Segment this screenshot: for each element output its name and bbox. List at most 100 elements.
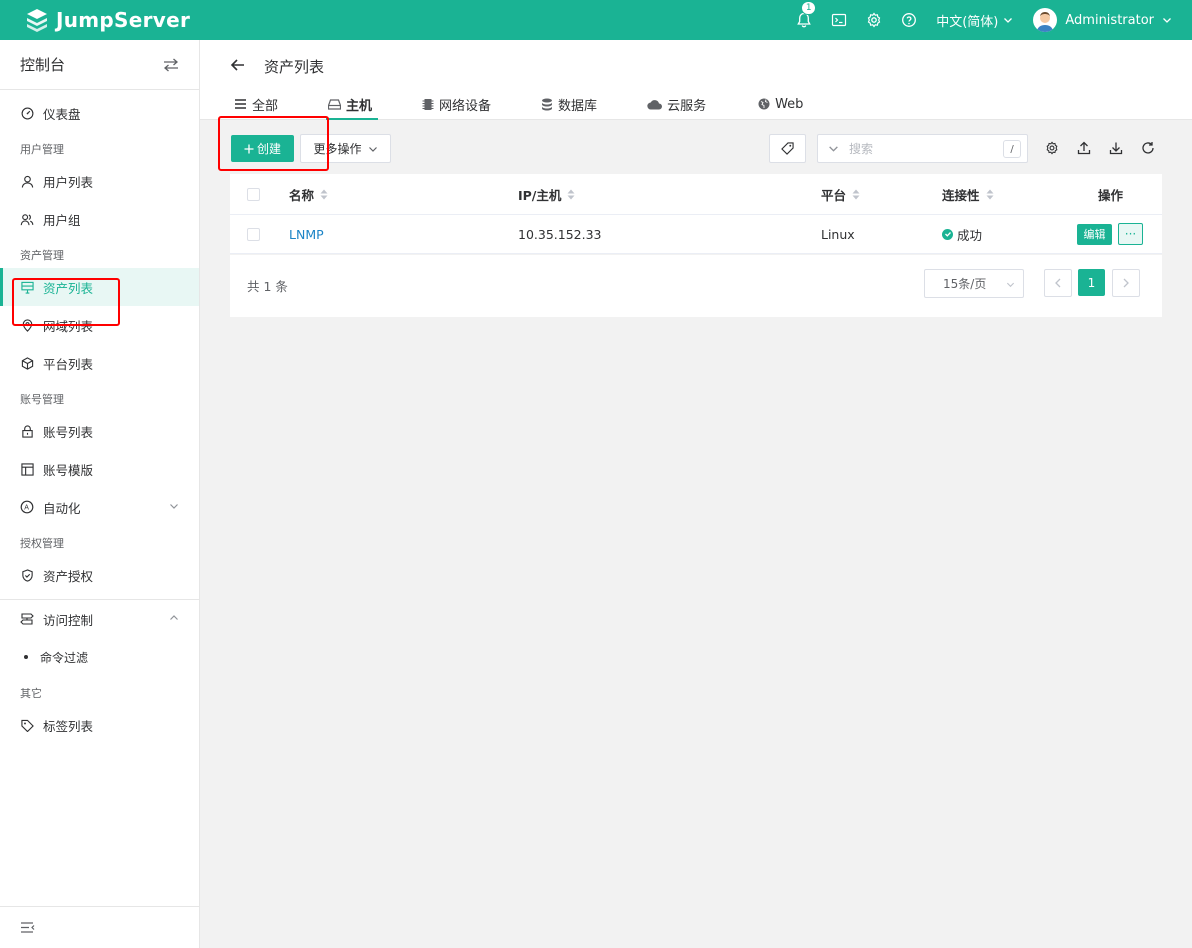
settings-icon[interactable]	[1044, 140, 1060, 156]
sidebar-subitem-command-filter[interactable]: 命令过滤	[0, 638, 199, 676]
sidebar-item-platform-list[interactable]: 平台列表	[0, 344, 199, 382]
help-icon[interactable]	[900, 11, 918, 29]
chevron-up-icon	[170, 615, 178, 620]
sidebar-item-access-control[interactable]: 访问控制	[0, 600, 199, 638]
select-all-checkbox[interactable]	[247, 187, 260, 201]
top-navbar: JumpServer 1 中文(简体) Administrator	[0, 0, 1192, 40]
tab-network-device[interactable]: 网络设备	[422, 88, 491, 120]
tab-all[interactable]: 全部	[234, 88, 278, 120]
avatar	[1033, 8, 1058, 32]
table-row: LNMP 10.35.152.33 Linux 成功 编辑 ···	[230, 215, 1162, 254]
logo[interactable]: JumpServer	[24, 7, 190, 33]
select-all-cell	[247, 174, 260, 214]
total-count: 共 1 条	[247, 279, 288, 294]
tab-cloud[interactable]: 云服务	[647, 88, 706, 120]
search-box[interactable]: /	[817, 134, 1028, 163]
sidebar-item-label: 访问控制	[43, 612, 94, 628]
create-button-label: 创建	[256, 142, 281, 156]
sidebar-item-asset-list[interactable]: 资产列表	[0, 268, 199, 306]
chevron-right-icon	[1123, 278, 1129, 288]
check-circle-icon	[942, 228, 953, 240]
search-input[interactable]	[849, 141, 989, 156]
bullet-icon	[24, 655, 28, 659]
page-button-current[interactable]: 1	[1078, 269, 1105, 296]
sidebar-item-account-template[interactable]: 账号模版	[0, 450, 199, 488]
sidebar-item-user-list[interactable]: 用户列表	[0, 162, 199, 200]
sort-icon[interactable]	[986, 189, 994, 200]
sidebar-item-domain-list[interactable]: 网域列表	[0, 306, 199, 344]
tab-label: 数据库	[558, 98, 598, 114]
sidebar-item-account-list[interactable]: 账号列表	[0, 412, 199, 450]
page-size-select[interactable]: 15条/页	[924, 269, 1024, 298]
sidebar-title: 控制台	[20, 56, 66, 74]
tab-web[interactable]: Web	[758, 88, 803, 120]
notification-badge: 1	[801, 1, 817, 15]
sort-icon[interactable]	[567, 189, 575, 200]
chevron-down-icon	[170, 504, 178, 509]
switch-view-icon[interactable]	[163, 58, 179, 72]
prev-page-button[interactable]	[1044, 269, 1072, 297]
create-button[interactable]: 创建	[231, 135, 294, 162]
language-select[interactable]: 中文(简体)	[936, 11, 1013, 30]
chevron-left-icon	[1055, 278, 1061, 288]
download-icon[interactable]	[1108, 140, 1124, 156]
column-connectivity[interactable]: 连接性	[942, 174, 994, 214]
table-toolbar: 创建 更多操作 /	[230, 134, 1162, 164]
bell-icon[interactable]: 1	[795, 1, 817, 29]
upload-icon[interactable]	[1076, 140, 1092, 156]
column-ip[interactable]: IP/主机	[518, 174, 575, 214]
chevron-down-icon	[1163, 18, 1171, 23]
tab-database[interactable]: 数据库	[541, 88, 597, 120]
more-actions-button[interactable]: 更多操作	[300, 134, 391, 163]
asset-type-tabs: 全部 主机 网络设备 数据库 云服务 Web	[234, 88, 803, 120]
back-arrow-icon[interactable]	[230, 57, 246, 73]
column-header-label: 连接性	[942, 187, 980, 203]
cell-connectivity: 成功	[942, 215, 982, 253]
settings-icon[interactable]	[865, 11, 883, 29]
cell-ip: 10.35.152.33	[518, 226, 602, 242]
terminal-icon[interactable]	[830, 11, 848, 29]
sort-icon[interactable]	[852, 189, 860, 200]
row-checkbox[interactable]	[247, 227, 260, 241]
edit-button[interactable]: 编辑	[1077, 223, 1112, 245]
column-actions: 操作	[1098, 174, 1123, 214]
next-page-button[interactable]	[1112, 269, 1140, 297]
chip-icon	[422, 98, 434, 111]
tag-icon	[781, 142, 794, 155]
user-menu[interactable]: Administrator	[1033, 8, 1172, 32]
sidebar-group-accounts: 账号管理	[20, 393, 64, 406]
column-header-label: 名称	[289, 187, 315, 203]
sidebar-item-label-list[interactable]: 标签列表	[0, 706, 199, 744]
sort-icon[interactable]	[320, 189, 328, 200]
sidebar-item-label: 账号模版	[43, 462, 94, 478]
collapse-menu-icon[interactable]	[20, 921, 35, 934]
cell-name: LNMP	[289, 215, 324, 253]
plus-icon	[244, 144, 254, 153]
template-icon	[20, 462, 34, 476]
location-icon	[20, 318, 34, 332]
page-size-label: 15条/页	[943, 277, 987, 291]
asset-name-link[interactable]: LNMP	[289, 227, 324, 242]
chevron-down-icon	[368, 146, 377, 152]
cloud-icon	[647, 99, 663, 110]
tab-host[interactable]: 主机	[326, 88, 379, 120]
page-header: 资产列表 全部 主机 网络设备 数据库 云服务 Web	[200, 40, 1192, 120]
sidebar-item-user-group[interactable]: 用户组	[0, 200, 199, 238]
search-shortcut-hint: /	[1003, 140, 1021, 158]
user-name: Administrator	[1065, 12, 1154, 28]
sidebar-item-automation[interactable]: A 自动化	[0, 488, 199, 526]
label-filter-button[interactable]	[769, 134, 806, 163]
chevron-down-icon[interactable]	[828, 143, 839, 154]
language-label: 中文(简体)	[936, 14, 999, 30]
more-row-actions-button[interactable]: ···	[1118, 223, 1143, 245]
sidebar-footer	[0, 906, 199, 948]
sidebar-item-dashboard[interactable]: 仪表盘	[0, 94, 199, 132]
dashboard-icon	[20, 106, 34, 120]
refresh-icon[interactable]	[1140, 140, 1156, 156]
sidebar-item-asset-permission[interactable]: 资产授权	[0, 556, 199, 594]
column-name[interactable]: 名称	[289, 174, 328, 214]
sidebar-item-label: 网域列表	[43, 318, 94, 334]
row-select-cell	[247, 215, 260, 253]
app-name: JumpServer	[56, 8, 191, 32]
column-platform[interactable]: 平台	[821, 174, 860, 214]
